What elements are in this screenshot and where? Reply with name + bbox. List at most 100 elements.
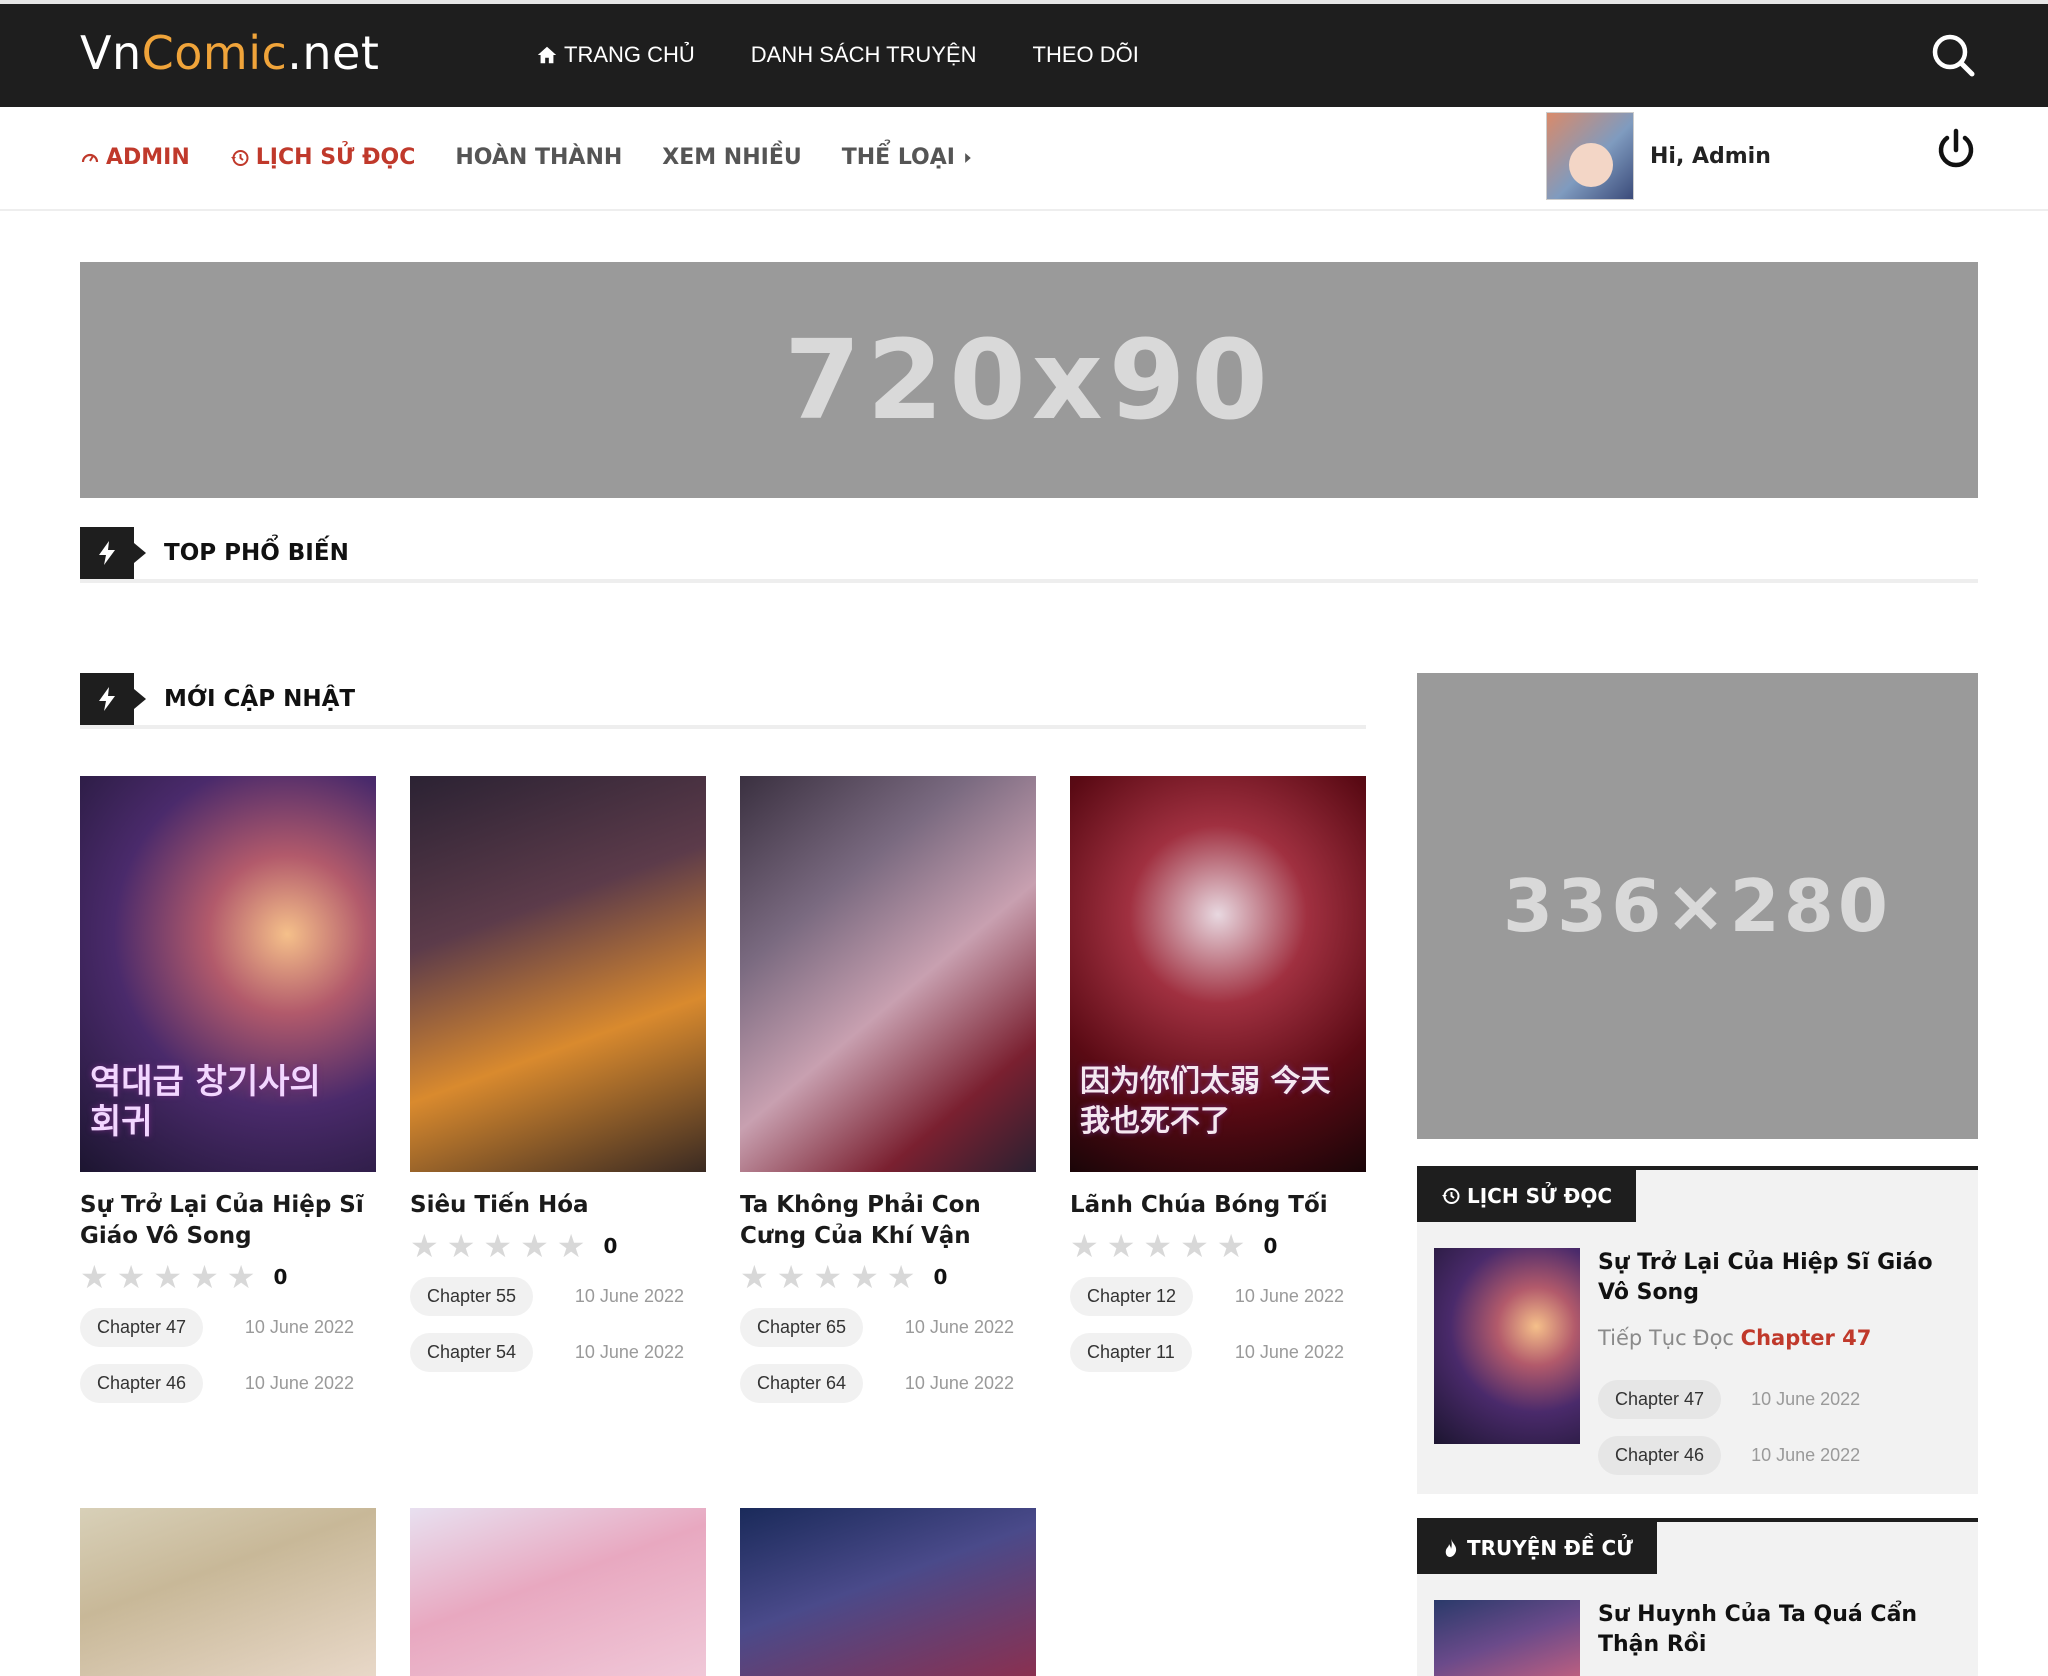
ad-banner-side[interactable]: 336×280 [1417,673,1978,1139]
rating-stars: ★ ★ ★ ★ ★ 0 [80,1261,376,1293]
chapter-row: Chapter 11 10 June 2022 [1070,1331,1366,1373]
ad-banner-top-label: 720x90 [784,316,1274,444]
rating-score: 0 [273,1265,288,1289]
recommended-item-cover[interactable] [1434,1600,1580,1676]
chapter-link[interactable]: Chapter 12 [1070,1276,1194,1316]
power-icon[interactable] [1934,128,1978,172]
nav-home[interactable]: TRANG CHỦ [536,42,695,68]
comic-cover[interactable]: 因为你们太弱 今天我也死不了 [1070,776,1366,1172]
star-icon[interactable]: ★ [813,1261,842,1293]
star-icon[interactable]: ★ [410,1230,439,1262]
section-heading-popular: TOP PHỔ BIẾN [80,527,1978,583]
star-icon[interactable]: ★ [887,1261,916,1293]
chapter-row: Chapter 46 10 June 2022 [1598,1436,1882,1475]
star-icon[interactable]: ★ [520,1230,549,1262]
subnav-history-label: LỊCH SỬ ĐỌC [255,145,416,170]
chapter-link[interactable]: Chapter 65 [740,1307,864,1347]
chapter-link[interactable]: Chapter 64 [740,1363,864,1403]
comic-title[interactable]: Lãnh Chúa Bóng Tối [1070,1190,1366,1221]
user-greeting: Hi, Admin [1650,144,1771,169]
recommended-widget-tab: TRUYỆN ĐỀ CỬ [1417,1522,1657,1574]
history-continue[interactable]: Tiếp Tục Đọc Chapter 47 [1598,1326,1871,1350]
recommended-widget: TRUYỆN ĐỀ CỬ Sư Huynh Của Ta Quá Cẩn Thậ… [1417,1518,1978,1676]
chapter-date: 10 June 2022 [574,1285,684,1306]
comic-title[interactable]: Sự Trở Lại Của Hiệp Sĩ Giáo Vô Song [80,1190,376,1252]
chapter-date: 10 June 2022 [1751,1445,1861,1465]
chapter-row: Chapter 46 10 June 2022 [80,1362,376,1404]
subnav-history[interactable]: LỊCH SỬ ĐỌC [230,145,416,170]
section-title-latest: MỚI CẬP NHẬT [164,686,356,712]
chapter-link[interactable]: Chapter 46 [1598,1436,1722,1475]
comic-cover[interactable] [410,1508,706,1676]
star-icon[interactable]: ★ [227,1261,256,1293]
comic-cover[interactable] [740,776,1036,1172]
ad-banner-top[interactable]: 720x90 [80,262,1978,498]
star-icon[interactable]: ★ [1107,1230,1136,1262]
star-icon[interactable]: ★ [1217,1230,1246,1262]
star-icon[interactable]: ★ [1180,1230,1209,1262]
star-icon[interactable]: ★ [117,1261,146,1293]
star-icon[interactable]: ★ [153,1261,182,1293]
top-navbar: VnComic.net TRANG CHỦ DANH SÁCH TRUYỆN T… [0,0,2048,107]
subnav-genres[interactable]: THỂ LOẠI [842,145,975,170]
bolt-icon [80,527,146,579]
rating-stars: ★ ★ ★ ★ ★ 0 [740,1261,1036,1293]
star-icon[interactable]: ★ [483,1230,512,1262]
subnav-most-viewed[interactable]: XEM NHIỀU [662,145,801,170]
chapter-link[interactable]: Chapter 47 [1598,1380,1722,1419]
comic-cover[interactable]: 역대급 창기사의 회귀 [80,776,376,1172]
rating-score: 0 [1263,1234,1278,1258]
chapter-row: Chapter 64 10 June 2022 [740,1362,1036,1404]
nav-comic-list[interactable]: DANH SÁCH TRUYỆN [751,42,977,68]
chapter-link[interactable]: Chapter 54 [410,1332,534,1372]
star-icon[interactable]: ★ [80,1261,109,1293]
subnav-completed[interactable]: HOÀN THÀNH [455,145,622,170]
chapter-row: Chapter 55 10 June 2022 [410,1275,706,1317]
recommended-widget-title: TRUYỆN ĐỀ CỬ [1467,1536,1633,1560]
comic-card[interactable]: 역대급 창기사의 회귀 Sự Trở Lại Của Hiệp Sĩ Giáo … [80,776,376,1404]
comic-card[interactable]: Siêu Tiến Hóa ★ ★ ★ ★ ★ 0 Chapter 55 10 June … [410,776,706,1373]
chapter-date: 10 June 2022 [1751,1389,1861,1409]
rating-stars: ★ ★ ★ ★ ★ 0 [1070,1230,1366,1262]
star-icon[interactable]: ★ [1143,1230,1172,1262]
rating-stars: ★ ★ ★ ★ ★ 0 [410,1230,706,1262]
star-icon[interactable]: ★ [1070,1230,1099,1262]
nav-following-label: THEO DÕI [1032,42,1139,67]
comic-cover[interactable] [410,776,706,1172]
star-icon[interactable]: ★ [740,1261,769,1293]
comic-title[interactable]: Ta Không Phải Con Cưng Của Khí Vận [740,1190,1036,1252]
star-icon[interactable]: ★ [190,1261,219,1293]
user-subnav: ADMIN LỊCH SỬ ĐỌC HOÀN THÀNH XEM NHIỀU T… [80,145,975,170]
history-item-title[interactable]: Sự Trở Lại Của Hiệp Sĩ Giáo Vô Song [1598,1248,1938,1308]
star-icon[interactable]: ★ [777,1261,806,1293]
chapter-link[interactable]: Chapter 47 [80,1307,204,1347]
user-avatar[interactable] [1546,112,1634,200]
chapter-date: 10 June 2022 [904,1372,1014,1393]
logo-text-accent: Comic [141,26,288,80]
chapter-link[interactable]: Chapter 46 [80,1363,204,1403]
star-icon[interactable]: ★ [447,1230,476,1262]
comic-card[interactable]: Ta Không Phải Con Cưng Của Khí Vận ★ ★ ★ ★ ★… [740,776,1036,1404]
search-icon[interactable] [1930,32,1976,78]
subnav-admin[interactable]: ADMIN [80,145,190,170]
logo-text-suffix: .net [287,26,380,80]
nav-following[interactable]: THEO DÕI [1033,42,1139,68]
home-icon [537,46,557,64]
chapter-row: Chapter 12 10 June 2022 [1070,1275,1366,1317]
chapter-link[interactable]: Chapter 55 [410,1276,534,1316]
comic-cover[interactable] [740,1508,1036,1676]
star-icon[interactable]: ★ [850,1261,879,1293]
comic-title[interactable]: Siêu Tiến Hóa [410,1190,706,1221]
history-widget-tab: LỊCH SỬ ĐỌC [1417,1170,1637,1222]
star-icon[interactable]: ★ [557,1230,586,1262]
caret-right-icon [965,152,971,163]
chapter-date: 10 June 2022 [904,1316,1014,1337]
section-heading-latest: MỚI CẬP NHẬT [80,673,1366,729]
chapter-date: 10 June 2022 [244,1372,354,1393]
recommended-item-title[interactable]: Sư Huynh Của Ta Quá Cẩn Thận Rồi [1598,1600,1938,1660]
site-logo[interactable]: VnComic.net [80,26,379,80]
comic-card[interactable]: 因为你们太弱 今天我也死不了 Lãnh Chúa Bóng Tối ★ ★ ★ ★ ★ … [1070,776,1366,1373]
history-item-cover[interactable] [1434,1248,1580,1444]
chapter-link[interactable]: Chapter 11 [1070,1332,1192,1372]
comic-cover[interactable] [80,1508,376,1676]
